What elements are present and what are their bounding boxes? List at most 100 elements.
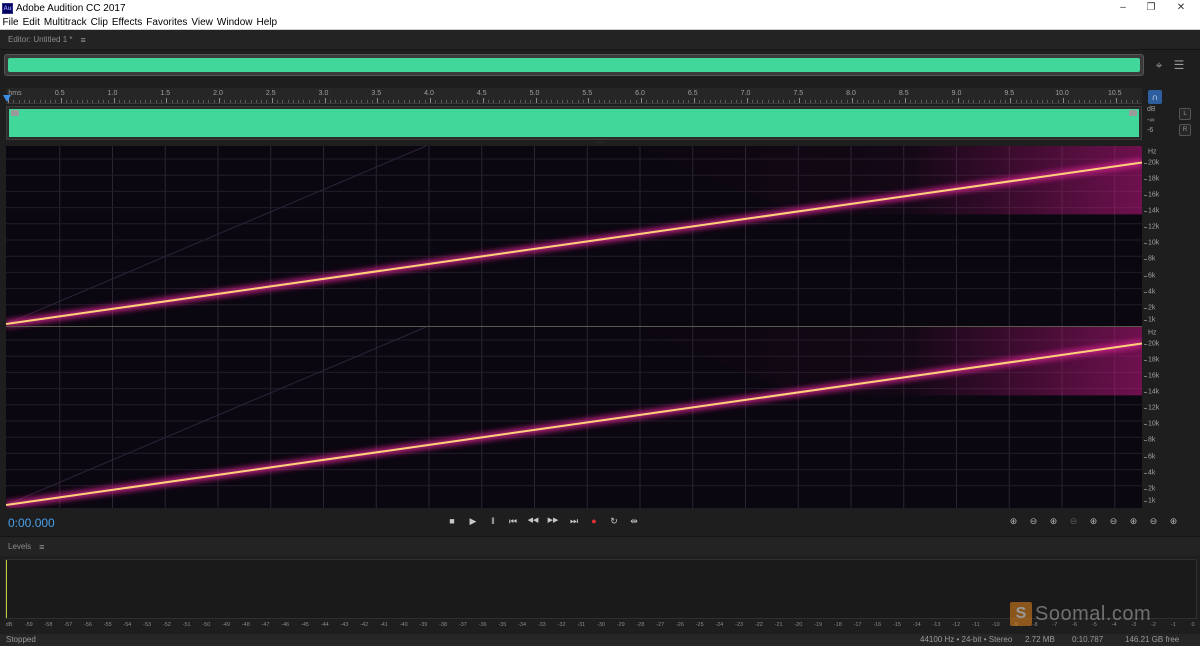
- headphones-icon[interactable]: ∩: [1148, 90, 1162, 104]
- level-scale-label: -38: [439, 622, 448, 628]
- frequency-tick-label: 14k: [1148, 388, 1160, 396]
- ruler-tick: [34, 100, 36, 103]
- hz-unit-label: Hz: [1148, 148, 1157, 156]
- menu-edit[interactable]: Edit: [21, 17, 41, 28]
- menu-view[interactable]: View: [190, 17, 215, 28]
- ruler-tick: [604, 100, 606, 103]
- zoom-out-amplitude-icon[interactable]: ⊖: [1025, 514, 1042, 528]
- pause-button[interactable]: ‖: [485, 514, 501, 528]
- ruler-tick: [371, 100, 373, 103]
- spectral-frequency-display[interactable]: [6, 146, 1142, 508]
- skip-selection-button[interactable]: ⇹: [626, 514, 642, 528]
- current-time-display[interactable]: 0:00.000: [8, 516, 55, 530]
- ruler-tick: [815, 100, 817, 103]
- fade-in-handle[interactable]: [11, 110, 19, 116]
- level-scale-label: -17: [853, 622, 862, 628]
- rewind-button[interactable]: ◀◀: [525, 514, 541, 528]
- loop-playback-button[interactable]: ↻: [606, 514, 622, 528]
- overview-navigator[interactable]: [4, 54, 1144, 76]
- ruler-tick: [878, 100, 880, 103]
- zoom-in-time-icon[interactable]: ⊕: [1045, 514, 1062, 528]
- menu-file[interactable]: File: [1, 17, 20, 28]
- ruler-tick: [250, 100, 252, 103]
- time-ruler[interactable]: hms 0.5 1.0 1.5 2.0 2.5 3.0 3.5 4.0 4.5 5.0 5.5 6.0…: [6, 88, 1142, 104]
- frequency-tick: [1144, 456, 1147, 458]
- level-scale-label: -33: [537, 622, 546, 628]
- ruler-tick: [915, 100, 917, 103]
- level-scale-label: -16: [873, 622, 882, 628]
- ruler-tick: [1110, 100, 1112, 103]
- fast-forward-button[interactable]: ▶▶: [545, 514, 561, 528]
- channel-right-toggle[interactable]: R: [1179, 124, 1191, 136]
- level-scale-label: -57: [64, 622, 73, 628]
- waveform-display[interactable]: [6, 106, 1142, 140]
- playhead-marker[interactable]: [3, 95, 11, 102]
- ruler-tick: [509, 100, 511, 103]
- frequency-tick-label: 2k: [1148, 304, 1156, 312]
- stop-button[interactable]: ■: [444, 514, 460, 528]
- frequency-sweep-line: [6, 342, 1142, 506]
- maximize-button[interactable]: ❐: [1134, 0, 1168, 16]
- menu-clip[interactable]: Clip: [89, 17, 109, 28]
- ruler-tick: [540, 100, 542, 103]
- frequency-tick-label: 12k: [1148, 404, 1160, 412]
- ruler-tick: [899, 100, 901, 103]
- zoom-out-full-icon[interactable]: ⊕: [1085, 514, 1102, 528]
- ruler-tick: [989, 100, 991, 103]
- pane-divider-handle[interactable]: ·····: [591, 140, 609, 146]
- ruler-tick: [382, 100, 384, 103]
- panel-menu-icon[interactable]: ≡: [80, 35, 85, 45]
- ruler-tick: [1036, 100, 1038, 103]
- ruler-tick: [171, 100, 173, 103]
- ruler-tick: [92, 100, 94, 103]
- menu-multitrack[interactable]: Multitrack: [42, 17, 88, 28]
- frequency-axis: Hz 20k 18k 16k 14k 12k 10k 8k 6k 4k 2k 1k Hz 20k 18k 16…: [1144, 146, 1174, 508]
- ruler-tick: [430, 98, 431, 103]
- ruler-tick: [150, 100, 152, 103]
- close-button[interactable]: ✕: [1164, 0, 1198, 16]
- levels-menu-icon[interactable]: ≡: [39, 542, 44, 552]
- list-icon[interactable]: ☰: [1170, 58, 1188, 72]
- target-icon[interactable]: ⌖: [1150, 58, 1168, 72]
- level-scale-label: -51: [182, 622, 191, 628]
- zoom-out-time-icon[interactable]: ⊖: [1065, 514, 1082, 528]
- level-scale-label: -30: [597, 622, 605, 628]
- zoom-reset-icon[interactable]: ⊕: [1165, 514, 1182, 528]
- level-scale-label: -48: [241, 622, 250, 628]
- menu-effects[interactable]: Effects: [110, 17, 143, 28]
- ruler-tick: [1121, 100, 1123, 103]
- db-label: -6: [1147, 127, 1154, 134]
- menu-favorites[interactable]: Favorites: [145, 17, 189, 28]
- ruler-tick: [113, 98, 115, 103]
- level-scale-label: -19: [814, 622, 823, 628]
- menu-help[interactable]: Help: [255, 17, 279, 28]
- ruler-tick: [614, 100, 616, 103]
- move-to-start-button[interactable]: ⏮: [505, 514, 521, 528]
- ruler-tick: [493, 100, 495, 103]
- fade-out-handle[interactable]: [1129, 110, 1137, 116]
- ruler-tick: [81, 100, 83, 103]
- ruler-tick: [836, 100, 838, 103]
- zoom-selection-icon[interactable]: ⊖: [1145, 514, 1162, 528]
- frequency-tick-label: 20k: [1148, 340, 1160, 348]
- ruler-tick: [398, 100, 400, 103]
- levels-tab[interactable]: Levels: [8, 542, 31, 551]
- level-scale-label: -41: [379, 622, 388, 628]
- overview-waveform: [8, 58, 1140, 72]
- move-to-end-button[interactable]: ⏭: [566, 514, 582, 528]
- zoom-in-amplitude-icon[interactable]: ⊕: [1005, 514, 1022, 528]
- editor-tab[interactable]: Editor: Untitled 1 *: [8, 35, 72, 44]
- ruler-tick: [772, 100, 774, 103]
- channel-left-toggle[interactable]: L: [1179, 108, 1191, 120]
- frequency-tick-label: 18k: [1148, 356, 1160, 364]
- ruler-tick: [345, 100, 347, 103]
- zoom-in-point-out-icon[interactable]: ⊕: [1125, 514, 1142, 528]
- record-button[interactable]: ●: [586, 514, 602, 528]
- ruler-tick-label: 5.5: [582, 90, 593, 97]
- zoom-in-point-in-icon[interactable]: ⊖: [1105, 514, 1122, 528]
- ruler-tick: [71, 100, 73, 103]
- play-button[interactable]: ▶: [465, 514, 481, 528]
- menu-window[interactable]: Window: [215, 17, 254, 28]
- ruler-tick: [946, 100, 948, 103]
- ruler-tick: [667, 100, 669, 103]
